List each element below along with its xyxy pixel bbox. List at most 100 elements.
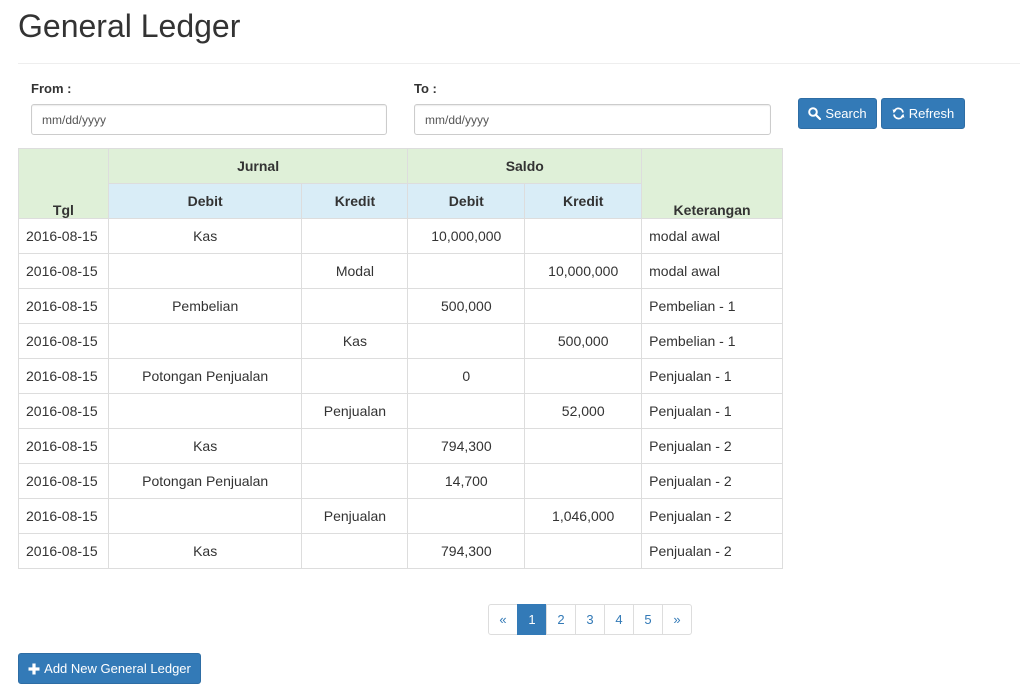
header-jurnal-kredit: Kredit xyxy=(301,183,409,219)
table-row: 2016-08-15 Potongan Penjualan 0 Penjualan -… xyxy=(18,358,783,394)
cell-saldo-debit: 0 xyxy=(407,358,526,394)
cell-keterangan: modal awal xyxy=(641,253,783,289)
cell-saldo-kredit: 10,000,000 xyxy=(524,253,643,289)
title-divider xyxy=(18,63,1020,64)
cell-saldo-debit xyxy=(407,323,526,359)
refresh-button[interactable]: Refresh xyxy=(881,98,965,129)
cell-tgl: 2016-08-15 xyxy=(18,463,109,499)
table-row: 2016-08-15 Modal 10,000,000 modal awal xyxy=(18,253,783,289)
from-date-input[interactable] xyxy=(31,104,387,135)
cell-saldo-debit xyxy=(407,393,526,429)
cell-keterangan: Penjualan - 2 xyxy=(641,498,783,534)
cell-saldo-debit: 14,700 xyxy=(407,463,526,499)
add-general-ledger-label: Add New General Ledger xyxy=(44,661,191,676)
pagination-page-2[interactable]: 2 xyxy=(546,604,576,635)
search-icon xyxy=(808,107,822,120)
table-row: 2016-08-15 Kas 794,300 Penjualan - 2 xyxy=(18,533,783,569)
pagination-next[interactable]: » xyxy=(662,604,692,635)
cell-saldo-debit: 10,000,000 xyxy=(407,218,526,254)
cell-jurnal-kredit xyxy=(301,358,409,394)
cell-jurnal-debit: Potongan Penjualan xyxy=(107,358,303,394)
pagination-page-3[interactable]: 3 xyxy=(575,604,605,635)
cell-tgl: 2016-08-15 xyxy=(18,498,109,534)
cell-jurnal-kredit xyxy=(301,533,409,569)
cell-saldo-kredit xyxy=(524,533,643,569)
cell-jurnal-kredit xyxy=(301,428,409,464)
cell-keterangan: Penjualan - 1 xyxy=(641,393,783,429)
cell-jurnal-kredit: Kas xyxy=(301,323,409,359)
cell-jurnal-debit: Kas xyxy=(107,218,303,254)
header-keterangan: Keterangan xyxy=(641,148,783,219)
pagination: « 1 2 3 4 5 » xyxy=(488,604,692,635)
cell-jurnal-debit xyxy=(107,253,303,289)
cell-keterangan: Penjualan - 1 xyxy=(641,358,783,394)
cell-saldo-kredit: 500,000 xyxy=(524,323,643,359)
refresh-button-label: Refresh xyxy=(908,106,955,121)
ledger-table-body: 2016-08-15 Kas 10,000,000 modal awal 2016-08… xyxy=(18,218,783,569)
table-row: 2016-08-15 Kas 794,300 Penjualan - 2 xyxy=(18,428,783,464)
cell-keterangan: Penjualan - 2 xyxy=(641,463,783,499)
cell-tgl: 2016-08-15 xyxy=(18,253,109,289)
table-row: 2016-08-15 Penjualan 1,046,000 Penjualan - … xyxy=(18,498,783,534)
table-row: 2016-08-15 Pembelian 500,000 Pembelian - 1 xyxy=(18,288,783,324)
cell-saldo-kredit xyxy=(524,358,643,394)
cell-jurnal-kredit xyxy=(301,288,409,324)
table-row: 2016-08-15 Potongan Penjualan 14,700 Penjua… xyxy=(18,463,783,499)
cell-saldo-debit xyxy=(407,253,526,289)
plus-icon xyxy=(28,663,40,675)
cell-saldo-kredit xyxy=(524,428,643,464)
cell-jurnal-debit xyxy=(107,393,303,429)
header-jurnal: Jurnal xyxy=(107,148,409,184)
cell-saldo-debit xyxy=(407,498,526,534)
search-button[interactable]: Search xyxy=(798,98,877,129)
page-title: General Ledger xyxy=(18,8,241,44)
cell-saldo-debit: 500,000 xyxy=(407,288,526,324)
cell-saldo-debit: 794,300 xyxy=(407,428,526,464)
cell-jurnal-kredit xyxy=(301,463,409,499)
header-saldo-kredit: Kredit xyxy=(524,183,643,219)
header-tgl: Tgl xyxy=(18,148,109,219)
header-saldo-debit: Debit xyxy=(407,183,526,219)
table-row: 2016-08-15 Kas 500,000 Pembelian - 1 xyxy=(18,323,783,359)
cell-tgl: 2016-08-15 xyxy=(18,218,109,254)
cell-keterangan: Penjualan - 2 xyxy=(641,428,783,464)
header-saldo: Saldo xyxy=(407,148,643,184)
cell-keterangan: Pembelian - 1 xyxy=(641,288,783,324)
table-row: 2016-08-15 Penjualan 52,000 Penjualan - 1 xyxy=(18,393,783,429)
cell-jurnal-kredit xyxy=(301,218,409,254)
cell-jurnal-kredit: Penjualan xyxy=(301,498,409,534)
cell-jurnal-debit xyxy=(107,323,303,359)
cell-saldo-debit: 794,300 xyxy=(407,533,526,569)
cell-saldo-kredit xyxy=(524,463,643,499)
ledger-table: Tgl Jurnal Saldo Keterangan Debit Kredit… xyxy=(18,148,783,569)
refresh-icon xyxy=(892,107,905,120)
cell-jurnal-debit: Kas xyxy=(107,428,303,464)
cell-saldo-kredit: 1,046,000 xyxy=(524,498,643,534)
add-general-ledger-button[interactable]: Add New General Ledger xyxy=(18,653,201,684)
cell-tgl: 2016-08-15 xyxy=(18,323,109,359)
cell-saldo-kredit: 52,000 xyxy=(524,393,643,429)
cell-jurnal-kredit: Penjualan xyxy=(301,393,409,429)
cell-saldo-kredit xyxy=(524,218,643,254)
cell-jurnal-debit: Pembelian xyxy=(107,288,303,324)
cell-saldo-kredit xyxy=(524,288,643,324)
cell-jurnal-kredit: Modal xyxy=(301,253,409,289)
cell-keterangan: modal awal xyxy=(641,218,783,254)
cell-jurnal-debit: Potongan Penjualan xyxy=(107,463,303,499)
header-jurnal-debit: Debit xyxy=(107,183,303,219)
cell-jurnal-debit: Kas xyxy=(107,533,303,569)
pagination-prev[interactable]: « xyxy=(488,604,518,635)
cell-tgl: 2016-08-15 xyxy=(18,533,109,569)
to-date-input[interactable] xyxy=(414,104,771,135)
to-label: To : xyxy=(414,81,437,96)
pagination-page-1[interactable]: 1 xyxy=(517,604,547,635)
pagination-page-5[interactable]: 5 xyxy=(633,604,663,635)
cell-tgl: 2016-08-15 xyxy=(18,393,109,429)
cell-keterangan: Penjualan - 2 xyxy=(641,533,783,569)
cell-tgl: 2016-08-15 xyxy=(18,358,109,394)
cell-jurnal-debit xyxy=(107,498,303,534)
pagination-page-4[interactable]: 4 xyxy=(604,604,634,635)
cell-tgl: 2016-08-15 xyxy=(18,288,109,324)
cell-keterangan: Pembelian - 1 xyxy=(641,323,783,359)
search-button-label: Search xyxy=(825,106,867,121)
